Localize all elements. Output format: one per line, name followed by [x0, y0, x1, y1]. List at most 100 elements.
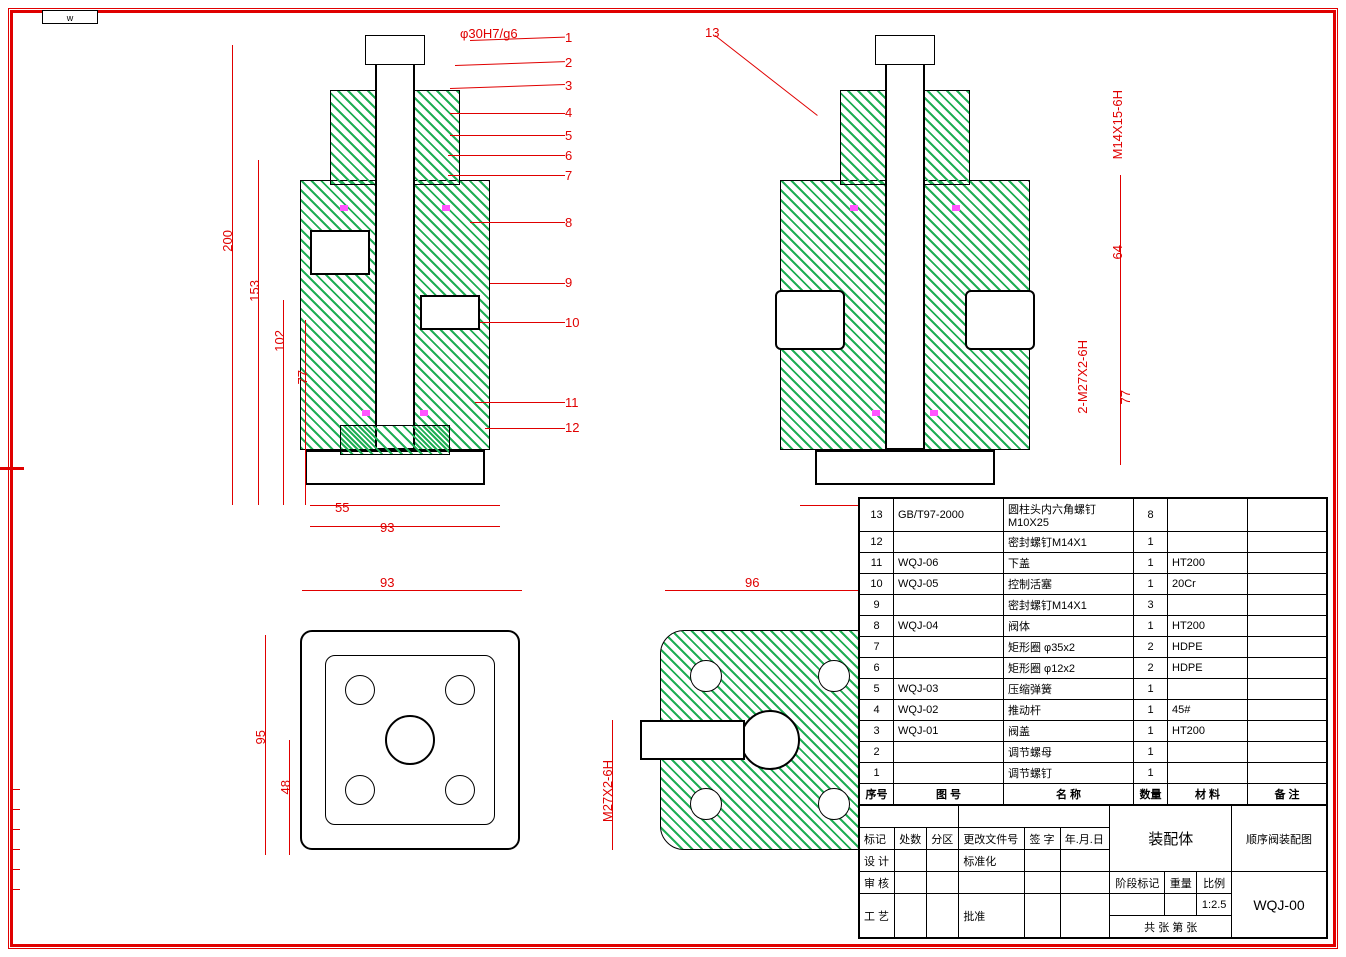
bom-cell-name: 调节螺母 [1004, 742, 1134, 763]
bom-cell-no: 13 [860, 499, 894, 532]
frame-mark-v [10, 455, 13, 483]
bom-cell-remark [1248, 499, 1327, 532]
callout-11: 11 [565, 395, 579, 410]
bom-cell-no: 2 [860, 742, 894, 763]
frame-scale-marks [10, 770, 20, 890]
bom-row: 8WQJ-04阀体1HT200 [860, 616, 1327, 637]
tb-zone: 分区 [927, 828, 959, 850]
bom-row: 7 矩形圈 φ35x22HDPE [860, 637, 1327, 658]
dim-m14: M14X15-6H [1110, 90, 1125, 159]
bom-cell-material [1168, 595, 1248, 616]
bom-cell-dwg: GB/T97-2000 [894, 499, 1004, 532]
bom-cell-name: 密封螺钉M14X1 [1004, 595, 1134, 616]
dim-2m27: 2-M27X2-6H [1075, 340, 1090, 414]
dim-48: 48 [278, 780, 293, 794]
bom-cell-remark [1248, 763, 1327, 784]
tb-check: 审 核 [860, 872, 895, 894]
tb-std: 标准化 [959, 850, 1025, 872]
bom-cell-no: 5 [860, 679, 894, 700]
bom-cell-dwg: WQJ-01 [894, 721, 1004, 742]
callout-12: 12 [565, 420, 579, 435]
bom-cell-no: 8 [860, 616, 894, 637]
bom-cell-no: 1 [860, 763, 894, 784]
bom-cell-qty: 1 [1134, 532, 1168, 553]
tb-design: 设 计 [860, 850, 895, 872]
dim-64: 64 [1110, 245, 1125, 259]
dim-77: 77 [295, 370, 310, 384]
bom-cell-name: 矩形圈 φ35x2 [1004, 637, 1134, 658]
callout-3: 3 [565, 78, 572, 93]
bom-hdr-name: 名 称 [1004, 784, 1134, 805]
bom-cell-no: 11 [860, 553, 894, 574]
bom-table: 13GB/T97-2000圆柱头内六角螺钉 M10X25812密封螺钉M14X1… [859, 498, 1327, 805]
bom-cell-qty: 1 [1134, 574, 1168, 595]
bom-cell-no: 12 [860, 532, 894, 553]
bom-cell-name: 下盖 [1004, 553, 1134, 574]
tb-sign: 签 字 [1025, 828, 1060, 850]
dim-153: 153 [247, 280, 262, 302]
bom-cell-name: 密封螺钉M14X1 [1004, 532, 1134, 553]
bom-cell-qty: 1 [1134, 679, 1168, 700]
bom-cell-material: HT200 [1168, 616, 1248, 637]
dim-55: 55 [335, 500, 349, 515]
bom-cell-no: 4 [860, 700, 894, 721]
callout-8: 8 [565, 215, 572, 230]
bom-row: 5WQJ-03压缩弹簧1 [860, 679, 1327, 700]
bom-cell-remark [1248, 742, 1327, 763]
bom-cell-qty: 8 [1134, 499, 1168, 532]
bom-cell-name: 压缩弹簧 [1004, 679, 1134, 700]
bom-cell-material [1168, 679, 1248, 700]
bom-cell-qty: 3 [1134, 595, 1168, 616]
bom-row: 13GB/T97-2000圆柱头内六角螺钉 M10X258 [860, 499, 1327, 532]
bom-cell-remark [1248, 553, 1327, 574]
bom-cell-material: 45# [1168, 700, 1248, 721]
bom-cell-dwg [894, 637, 1004, 658]
dim-93b: 93 [380, 575, 394, 590]
bom-cell-no: 7 [860, 637, 894, 658]
bom-cell-no: 10 [860, 574, 894, 595]
bom-cell-no: 9 [860, 595, 894, 616]
tb-stage: 阶段标记 [1110, 872, 1165, 894]
bom-cell-dwg [894, 763, 1004, 784]
dim-93a: 93 [380, 520, 394, 535]
bom-hdr-material: 材 料 [1168, 784, 1248, 805]
bom-cell-dwg: WQJ-06 [894, 553, 1004, 574]
callout-7: 7 [565, 168, 572, 183]
bom-row: 3WQJ-01阀盖1HT200 [860, 721, 1327, 742]
bom-cell-remark [1248, 616, 1327, 637]
view-3-top [270, 590, 550, 890]
bom-cell-material: HT200 [1168, 553, 1248, 574]
bom-cell-material: HT200 [1168, 721, 1248, 742]
bom-cell-qty: 2 [1134, 658, 1168, 679]
bom-cell-qty: 1 [1134, 616, 1168, 637]
bom-cell-qty: 1 [1134, 700, 1168, 721]
bom-cell-dwg [894, 742, 1004, 763]
tb-assembly: 装配体 [1110, 806, 1232, 872]
bom-and-title-block: 13GB/T97-2000圆柱头内六角螺钉 M10X25812密封螺钉M14X1… [858, 497, 1328, 939]
bom-cell-material: HDPE [1168, 637, 1248, 658]
model-tab[interactable]: w [42, 10, 98, 24]
bom-row: 4WQJ-02推动杆145# [860, 700, 1327, 721]
bom-cell-dwg [894, 595, 1004, 616]
tb-date: 年.月.日 [1060, 828, 1110, 850]
bom-cell-name: 控制活塞 [1004, 574, 1134, 595]
tb-mark: 标记 [860, 828, 895, 850]
bom-hdr-dwg: 图 号 [894, 784, 1004, 805]
bom-cell-no: 6 [860, 658, 894, 679]
bom-cell-dwg: WQJ-04 [894, 616, 1004, 637]
bom-cell-no: 3 [860, 721, 894, 742]
bom-cell-qty: 2 [1134, 637, 1168, 658]
title-block: 装配体 顺序阀装配图 标记 处数 分区 更改文件号 签 字 年.月.日 设 计 … [859, 805, 1327, 938]
bom-row: 12 密封螺钉M14X11 [860, 532, 1327, 553]
callout-5: 5 [565, 128, 572, 143]
tb-sheet: 共 张 第 张 [1110, 916, 1232, 938]
tb-scale-val: 1:2.5 [1197, 894, 1232, 916]
bom-cell-material: HDPE [1168, 658, 1248, 679]
bom-cell-material [1168, 499, 1248, 532]
bom-cell-name: 矩形圈 φ12x2 [1004, 658, 1134, 679]
bom-row: 11WQJ-06下盖1HT200 [860, 553, 1327, 574]
bom-row: 1调节螺钉1 [860, 763, 1327, 784]
bom-row: 9 密封螺钉M14X13 [860, 595, 1327, 616]
bom-cell-remark [1248, 658, 1327, 679]
bom-hdr-remark: 备 注 [1248, 784, 1327, 805]
